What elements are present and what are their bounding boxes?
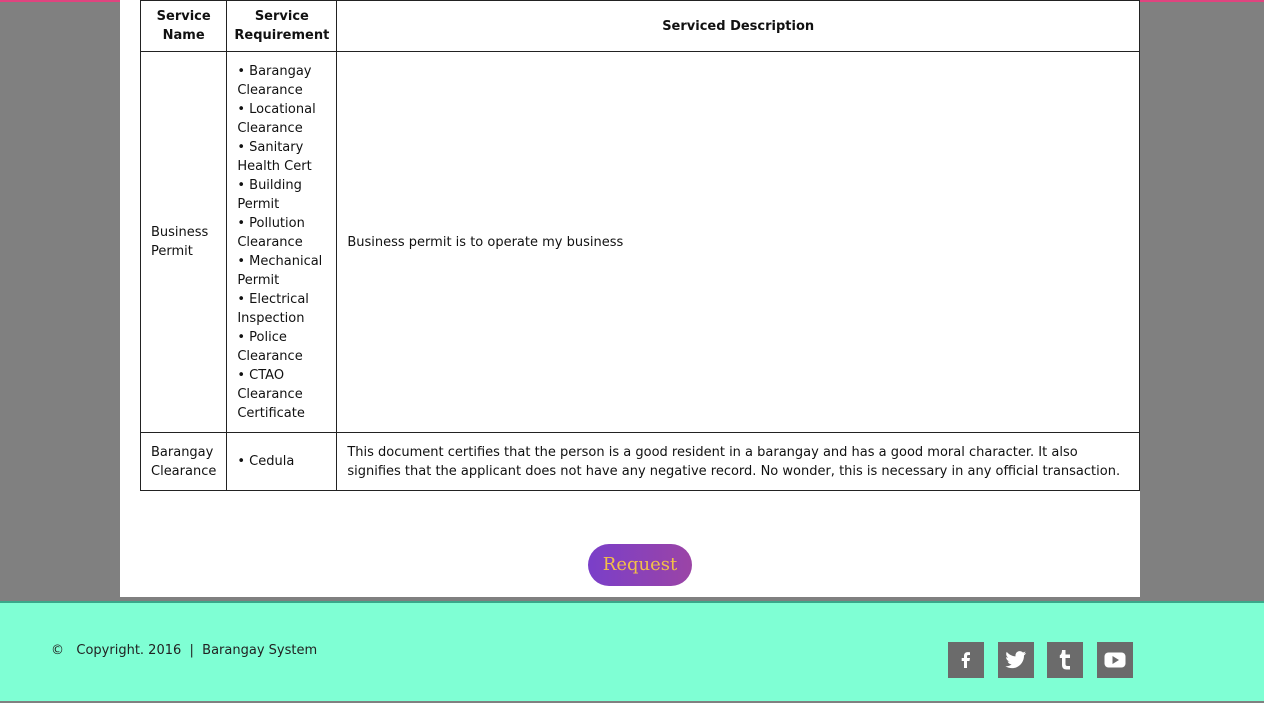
tumblr-icon[interactable] <box>1047 642 1083 678</box>
requirement-item: • Mechanical Permit <box>237 253 323 288</box>
service-requirements-cell: • Cedula <box>226 432 338 491</box>
services-table: Service Name Service Requirement Service… <box>139 0 1140 491</box>
requirement-item: • Barangay Clearance <box>237 63 312 98</box>
requirement-item: • Pollution Clearance <box>237 215 305 250</box>
requirement-item: • Cedula <box>237 454 295 469</box>
requirement-item: • Building Permit <box>237 177 302 212</box>
content-panel: Service Name Service Requirement Service… <box>120 0 1140 597</box>
footer: © Copyright. 2016 | Barangay System <box>0 601 1264 701</box>
youtube-icon[interactable] <box>1097 642 1133 678</box>
header-service-description: Serviced Description <box>336 0 1140 52</box>
service-description-cell: This document certifies that the person … <box>336 432 1140 491</box>
requirement-item: • Police Clearance <box>237 329 303 364</box>
header-service-name: Service Name <box>139 0 228 52</box>
facebook-icon[interactable] <box>948 642 984 678</box>
service-description-cell: Business permit is to operate my busines… <box>336 51 1140 433</box>
request-button[interactable]: Request <box>588 544 692 586</box>
requirement-item: • CTAO Clearance Certificate <box>237 367 305 421</box>
requirement-item: • Electrical Inspection <box>237 291 309 326</box>
service-name-cell: Barangay Clearance <box>139 432 228 491</box>
header-service-requirement: Service Requirement <box>226 0 338 52</box>
service-name-cell: Business Permit <box>139 51 228 433</box>
service-requirements-cell: • Barangay Clearance • Locational Cleara… <box>226 51 338 433</box>
table-header-row: Service Name Service Requirement Service… <box>139 0 1140 52</box>
requirement-item: • Sanitary Health Cert <box>237 139 312 174</box>
copyright-text: © Copyright. 2016 | Barangay System <box>51 643 318 658</box>
twitter-icon[interactable] <box>998 642 1034 678</box>
requirement-item: • Locational Clearance <box>237 101 316 136</box>
table-row: Business Permit • Barangay Clearance • L… <box>139 51 1140 433</box>
table-row: Barangay Clearance • Cedula This documen… <box>139 432 1140 491</box>
